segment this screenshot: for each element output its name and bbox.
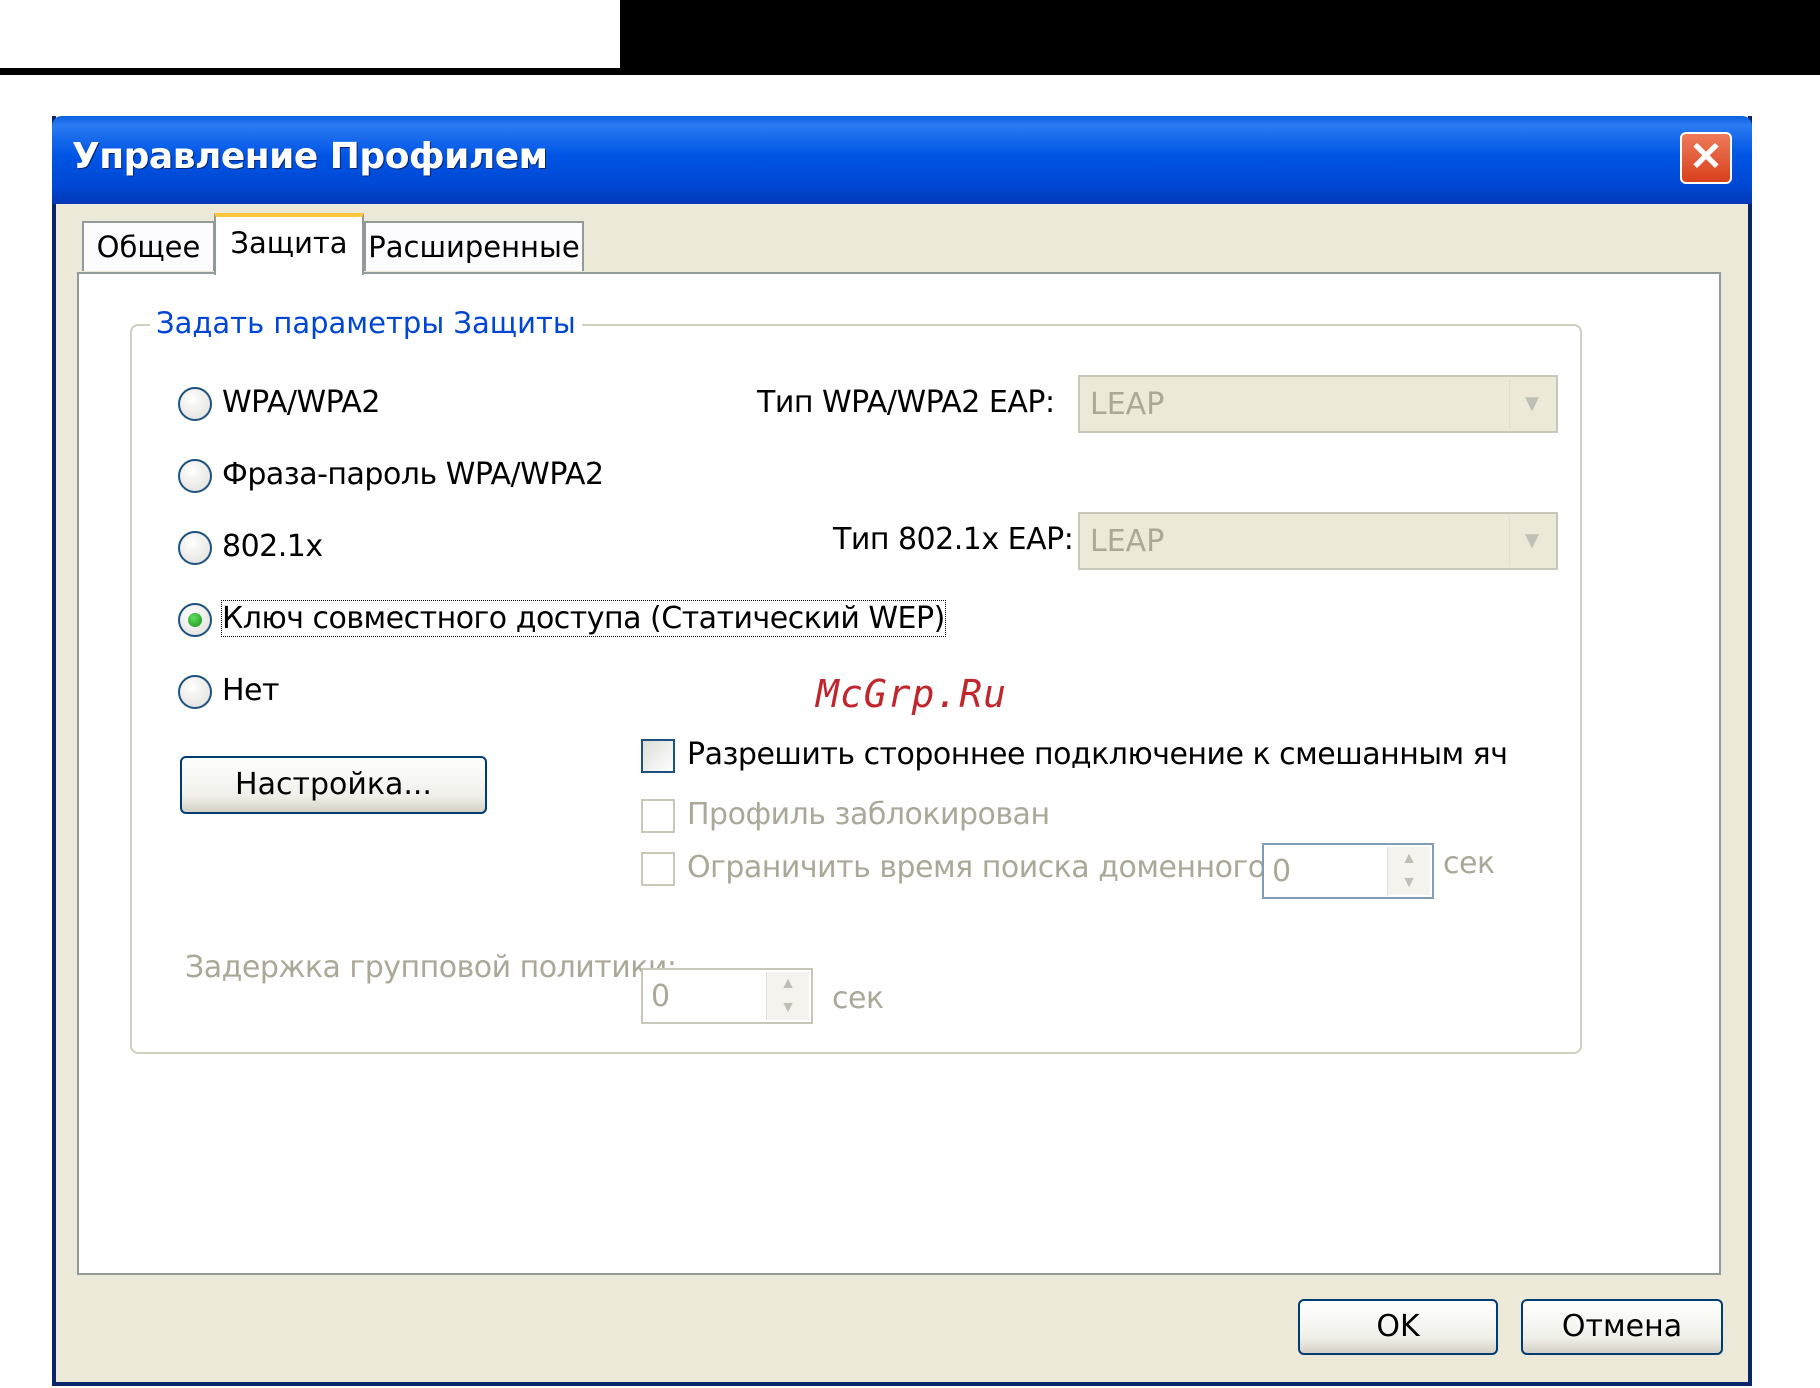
- spin-up-icon[interactable]: ▲: [1388, 847, 1430, 871]
- radio-static-wep-label[interactable]: Ключ совместного доступа (Статический WE…: [221, 600, 946, 637]
- limit-search-value: 0: [1272, 854, 1292, 889]
- chevron-down-icon[interactable]: ▼: [1509, 379, 1554, 429]
- close-icon: ✕: [1689, 135, 1723, 179]
- wpa-eap-type-value: LEAP: [1090, 387, 1165, 422]
- cancel-button[interactable]: Отмена: [1521, 1299, 1723, 1355]
- limit-search-unit: сек: [1443, 846, 1495, 881]
- group-title: Задать параметры Защиты: [150, 306, 582, 340]
- header-rule: [0, 68, 620, 75]
- radio-none[interactable]: [178, 675, 212, 709]
- profile-locked-checkbox[interactable]: [641, 799, 675, 833]
- radio-none-label[interactable]: Нет: [222, 673, 280, 708]
- tab-advanced[interactable]: Расширенные: [364, 221, 584, 271]
- radio-selected-dot: [188, 613, 202, 627]
- radio-wpa-passphrase-label[interactable]: Фраза-пароль WPA/WPA2: [222, 457, 604, 492]
- dot1x-eap-type-label: Тип 802.1x EAP:: [833, 522, 1074, 557]
- ok-button[interactable]: OK: [1298, 1299, 1498, 1355]
- settings-button[interactable]: Настройка...: [180, 756, 487, 814]
- limit-search-checkbox[interactable]: [641, 852, 675, 886]
- header-black-bar: [620, 0, 1820, 75]
- radio-static-wep[interactable]: [178, 603, 212, 637]
- spin-up-icon[interactable]: ▲: [767, 972, 809, 996]
- spin-down-icon[interactable]: ▼: [1388, 871, 1430, 895]
- spin-down-icon[interactable]: ▼: [767, 996, 809, 1020]
- radio-wpa[interactable]: [178, 387, 212, 421]
- group-policy-label: Задержка групповой политики:: [185, 950, 677, 985]
- watermark: McGrp.Ru: [816, 672, 1008, 716]
- group-policy-unit: сек: [832, 981, 884, 1016]
- radio-wpa-passphrase[interactable]: [178, 459, 212, 493]
- radio-8021x[interactable]: [178, 531, 212, 565]
- limit-search-label: Ограничить время поиска доменного кс: [687, 850, 1309, 885]
- allow-mixed-label[interactable]: Разрешить стороннее подключение к смешан…: [687, 737, 1508, 772]
- tab-general[interactable]: Общее: [82, 221, 215, 271]
- profile-locked-label: Профиль заблокирован: [687, 797, 1050, 832]
- chevron-down-icon[interactable]: ▼: [1509, 516, 1554, 566]
- wpa-eap-type-label: Тип WPA/WPA2 EAP:: [757, 385, 1055, 420]
- tab-security[interactable]: Защита: [214, 213, 364, 275]
- spinner-buttons[interactable]: ▲ ▼: [766, 972, 809, 1020]
- group-policy-value: 0: [651, 979, 671, 1014]
- dot1x-eap-type-value: LEAP: [1090, 524, 1165, 559]
- close-button[interactable]: ✕: [1680, 132, 1732, 184]
- spinner-buttons[interactable]: ▲ ▼: [1387, 847, 1430, 895]
- wpa-eap-type-select[interactable]: LEAP ▼: [1078, 375, 1558, 433]
- group-policy-spinner[interactable]: 0 ▲ ▼: [641, 968, 813, 1024]
- limit-search-spinner[interactable]: 0 ▲ ▼: [1262, 843, 1434, 899]
- dot1x-eap-type-select[interactable]: LEAP ▼: [1078, 512, 1558, 570]
- allow-mixed-checkbox[interactable]: [641, 739, 675, 773]
- radio-wpa-label[interactable]: WPA/WPA2: [222, 385, 380, 420]
- window-title: Управление Профилем: [72, 136, 548, 177]
- radio-8021x-label[interactable]: 802.1x: [222, 529, 323, 564]
